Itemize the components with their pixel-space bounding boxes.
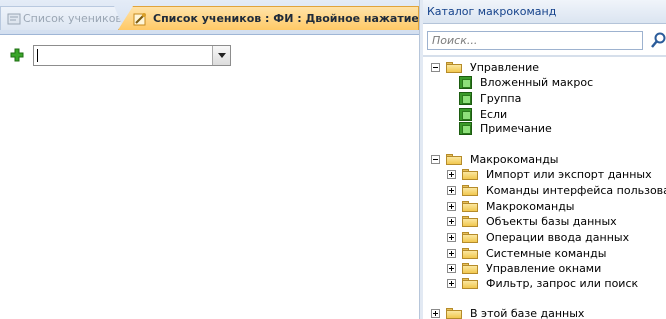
tab-label: Список учеников : ФИ : Двойное нажатие к… (153, 12, 419, 25)
add-action-combo[interactable] (33, 44, 231, 66)
tree-item-label: Управление окнами (486, 261, 602, 275)
folder-icon (462, 277, 478, 289)
tree-item-label: Команды интерфейса пользовател (486, 183, 666, 197)
tree-group-label: Макрокоманды (470, 152, 559, 166)
expand-toggle-icon[interactable] (447, 169, 456, 179)
folder-icon (446, 153, 462, 165)
catalog-title: Каталог макрокоманд (423, 0, 666, 24)
tree-subgroup-filter-query-search[interactable]: Фильтр, запрос или поиск (447, 275, 638, 291)
tree-item-label: Операции ввода данных (486, 230, 630, 244)
tree-item-nested-macro[interactable]: Вложенный макрос (459, 74, 593, 90)
tree-item-label: Системные команды (486, 246, 607, 260)
tree-item-label: Если (480, 107, 508, 121)
tree-subgroup-data-entry[interactable]: Операции ввода данных (447, 229, 629, 245)
tab-macro-double-click[interactable]: Список учеников : ФИ : Двойное нажатие к… (118, 6, 419, 30)
expand-toggle-icon[interactable] (447, 263, 456, 273)
macro-icon (133, 13, 146, 26)
tree-subgroup-system-commands[interactable]: Системные команды (447, 245, 606, 261)
expand-toggle-icon[interactable] (447, 201, 456, 211)
expand-toggle-icon[interactable] (447, 248, 456, 258)
action-catalog-pane: Каталог макрокоманд Поиск... Управление … (423, 0, 666, 319)
tree-subgroup-macro-commands[interactable]: Макрокоманды (447, 198, 574, 214)
plus-icon[interactable] (10, 48, 24, 62)
tree-item-label: Вложенный макрос (480, 75, 594, 89)
text-caret (37, 48, 38, 62)
folder-icon (462, 247, 478, 259)
expand-toggle-icon[interactable] (431, 308, 440, 318)
new-action-row (10, 44, 231, 66)
green-block-icon (459, 91, 472, 105)
tree-group-control[interactable]: Управление (431, 59, 539, 75)
collapse-toggle-icon[interactable] (431, 62, 440, 72)
tree-item-label: Макрокоманды (486, 199, 575, 213)
tree-subgroup-import-export[interactable]: Импорт или экспорт данных (447, 166, 652, 182)
catalog-search-input[interactable]: Поиск... (427, 31, 643, 50)
tree-subgroup-db-objects[interactable]: Объекты базы данных (447, 213, 617, 229)
folder-icon (462, 168, 478, 180)
collapse-toggle-icon[interactable] (431, 154, 440, 164)
tree-item-label: Группа (480, 91, 522, 105)
folder-icon (462, 184, 478, 196)
tree-item-label: Импорт или экспорт данных (486, 167, 652, 181)
combo-dropdown-button[interactable] (212, 45, 230, 65)
tree-subgroup-ui-commands[interactable]: Команды интерфейса пользовател (447, 182, 666, 198)
folder-icon (446, 61, 462, 73)
catalog-divider (423, 55, 666, 57)
form-icon (7, 13, 21, 25)
tree-item-comment[interactable]: Примечание (459, 120, 552, 136)
tab-label: Список учеников (23, 12, 122, 25)
folder-icon (446, 307, 462, 319)
green-block-icon (459, 121, 472, 135)
expand-toggle-icon[interactable] (447, 232, 456, 242)
green-block-icon (459, 107, 472, 121)
expand-toggle-icon[interactable] (447, 216, 456, 226)
expand-toggle-icon[interactable] (447, 278, 456, 288)
folder-icon (462, 215, 478, 227)
macro-editor: Список учеников Список учеников : ФИ : Д… (0, 0, 419, 319)
folder-icon (462, 200, 478, 212)
tree-subgroup-window-management[interactable]: Управление окнами (447, 260, 601, 276)
document-tab-strip: Список учеников Список учеников : ФИ : Д… (0, 0, 419, 35)
tree-item-label: Примечание (480, 121, 552, 135)
tree-group-this-database[interactable]: В этой базе данных (431, 305, 584, 319)
expand-toggle-icon[interactable] (447, 185, 456, 195)
magnifier-icon[interactable] (649, 31, 666, 50)
folder-icon (462, 262, 478, 274)
tree-item-group[interactable]: Группа (459, 90, 521, 106)
tree-item-label: Объекты базы данных (486, 214, 617, 228)
tree-group-actions[interactable]: Макрокоманды (431, 151, 558, 167)
green-block-icon (459, 75, 472, 89)
tree-group-label: Управление (470, 60, 540, 74)
chevron-down-icon (217, 52, 226, 58)
folder-icon (462, 231, 478, 243)
tree-group-label: В этой базе данных (470, 306, 585, 319)
tree-item-label: Фильтр, запрос или поиск (486, 276, 639, 290)
tab-student-list[interactable]: Список учеников (0, 6, 124, 30)
